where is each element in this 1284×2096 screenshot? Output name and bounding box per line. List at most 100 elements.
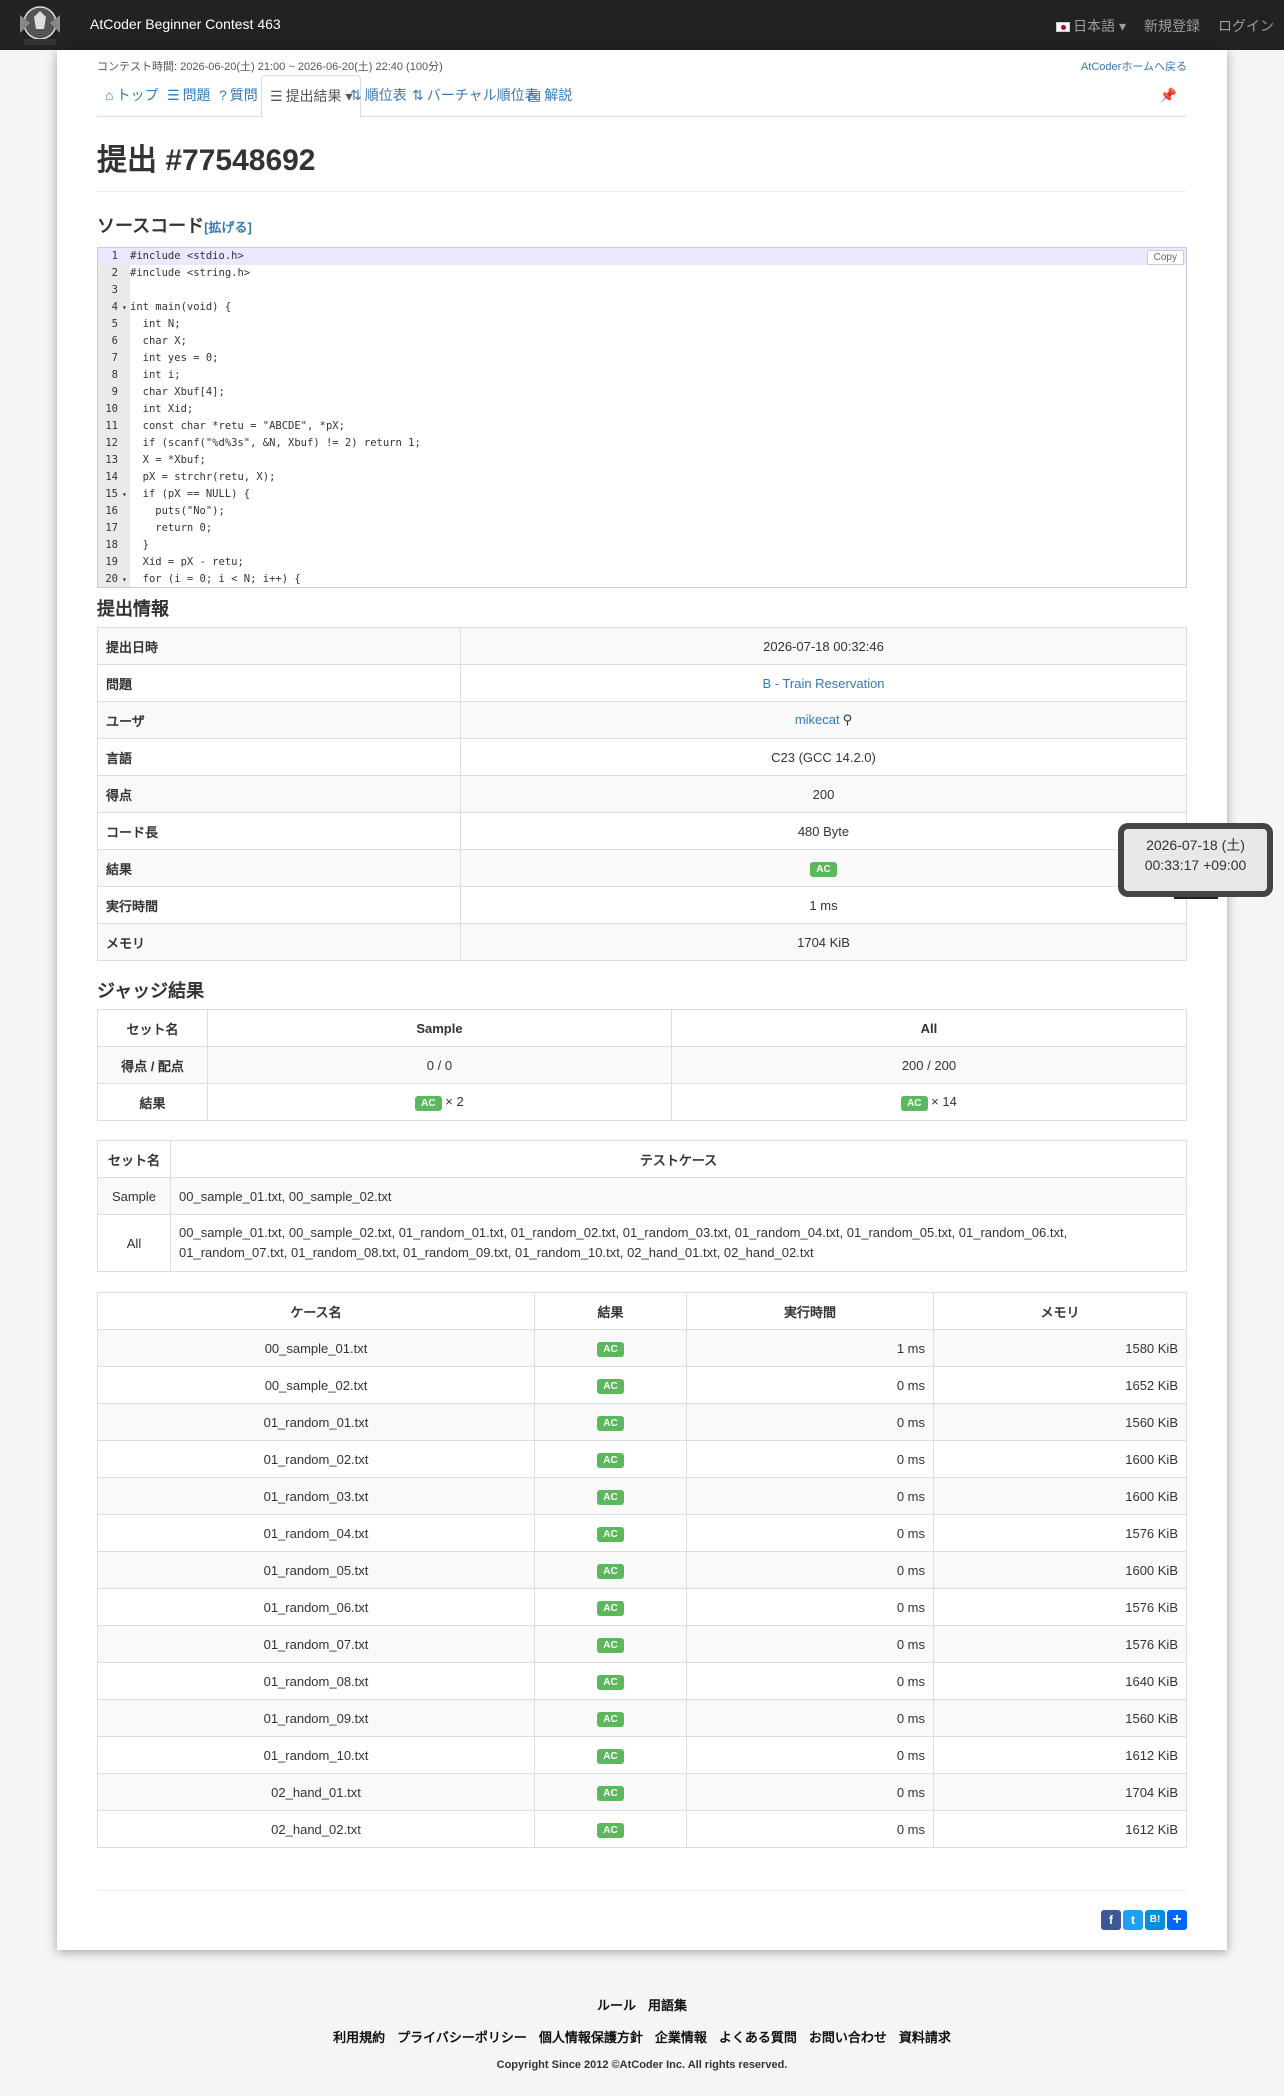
hatena-bookmark-icon[interactable]: B! [1145,1910,1165,1930]
code-text: if (pX == NULL) { [130,488,251,500]
footer-link[interactable]: 企業情報 [655,2030,707,2045]
ac-badge: AC [597,1563,624,1579]
tab-6[interactable]: ▤ 解説 [520,75,580,117]
source-code-editor[interactable]: 1 #include <stdio.h> 2 #include <string.h> 3… [97,247,1187,588]
case-result: AC [534,1699,687,1737]
info-label: 問題 [97,664,461,702]
tab-label: 解説 [544,87,573,103]
case-name: 01_random_08.txt [97,1662,535,1700]
case-result: AC [534,1736,687,1774]
footer-link[interactable]: ルール [597,1998,636,2013]
info-link[interactable]: mikecat [795,712,840,727]
main-container: コンテスト時間: 2026-06-20(土) 21:00 ~ 2026-06-2… [57,50,1227,1950]
case-name: 01_random_01.txt [97,1403,535,1441]
info-text: 200 [812,786,835,802]
code-line: 11 const char *retu = "ABCDE", *pX; [98,418,1186,435]
pin-icon[interactable]: 📌 [1160,75,1177,115]
case-result: AC [534,1514,687,1552]
table-row: 02_hand_02.txt AC 0 ms 1612 KiB [97,1810,1187,1848]
case-name: 01_random_02.txt [97,1440,535,1478]
case-memory: 1600 KiB [933,1440,1187,1478]
judge-summary-table: セット名 Sample All 得点 / 配点 0 / 0 200 / 200 結果 A… [97,1009,1188,1121]
info-label: 言語 [97,738,461,776]
tab-label: 問題 [182,87,211,103]
case-time: 0 ms [686,1662,934,1700]
register-link[interactable]: 新規登録 [1144,16,1200,36]
fold-arrow-icon[interactable]: ▾ [122,486,130,503]
expand-link[interactable]: [拡げる] [204,220,252,235]
atcoder-logo[interactable] [14,3,66,47]
testset-name: Sample [97,1177,171,1215]
code-line: 2 #include <string.h> [98,265,1186,282]
table-row: 01_random_06.txt AC 0 ms 1576 KiB [97,1588,1187,1626]
footer-link[interactable]: 利用規約 [333,2030,385,2045]
info-label: メモリ [97,923,461,961]
info-row: メモリ 1704 KiB [97,923,1187,961]
case-memory: 1576 KiB [933,1514,1187,1552]
ac-badge: AC [597,1600,624,1616]
case-result: AC [534,1440,687,1478]
footer-link[interactable]: お問い合わせ [809,2030,887,2045]
divider [97,1890,1187,1891]
case-column-header: 結果 [534,1292,687,1330]
code-text: #include <stdio.h> [130,250,244,262]
submission-time-tooltip: 2026-07-18 (土) 00:33:17 +09:00 [1118,823,1273,899]
facebook-icon[interactable]: f [1101,1910,1121,1930]
info-link[interactable]: B - Train Reservation [762,676,884,691]
testset-cases: 00_sample_01.txt, 00_sample_02.txt [170,1177,1187,1215]
footer-link[interactable]: 個人情報保護方針 [539,2030,643,2045]
table-row: 01_random_09.txt AC 0 ms 1560 KiB [97,1699,1187,1737]
copy-button[interactable]: Copy [1146,250,1184,265]
login-link[interactable]: ログイン [1218,16,1274,36]
sample-count: × 2 [445,1093,464,1109]
line-number: 5 [111,318,118,330]
case-memory: 1612 KiB [933,1810,1187,1848]
list-icon: ☰ [167,87,180,103]
submission-info-heading: 提出情報 [97,599,169,619]
ac-badge: AC [597,1748,624,1764]
line-number: 6 [111,335,118,347]
info-label: 結果 [97,849,461,887]
sort-icon: ⇅ [350,87,362,103]
info-label: ユーザ [97,701,461,739]
tab-2[interactable]: ? 質問 [211,75,266,117]
case-time: 0 ms [686,1810,934,1848]
search-icon[interactable]: ⚲ [843,712,853,727]
line-number: 16 [105,505,118,517]
footer-link[interactable]: よくある質問 [719,2030,797,2045]
code-line: 17 return 0; [98,520,1186,537]
page-title: 提出 #77548692 [97,144,316,177]
testcase-header: テストケース [170,1140,1187,1178]
tab-0[interactable]: ⌂ トップ [97,75,166,117]
case-result: AC [534,1625,687,1663]
case-name: 02_hand_01.txt [97,1773,535,1811]
table-row: 00_sample_01.txt AC 1 ms 1580 KiB [97,1329,1187,1367]
case-memory: 1612 KiB [933,1736,1187,1774]
case-name: 01_random_10.txt [97,1736,535,1774]
code-line: 12 if (scanf("%d%3s", &N, Xbuf) != 2) re… [98,435,1186,452]
language-dropdown[interactable]: 日本語 ▾ [1056,16,1126,36]
code-line: 9 char Xbuf[4]; [98,384,1186,401]
twitter-icon[interactable]: t [1123,1910,1143,1930]
footer-link[interactable]: 用語集 [648,1998,687,2013]
contest-time: コンテスト時間: 2026-06-20(土) 21:00 ~ 2026-06-2… [97,61,443,73]
case-time: 0 ms [686,1551,934,1589]
contest-title[interactable]: AtCoder Beginner Contest 463 [90,16,281,32]
fold-arrow-icon[interactable]: ▾ [122,299,130,316]
footer-link[interactable]: 資料請求 [899,2030,951,2045]
line-number: 15 [105,488,118,500]
testset-cases: 00_sample_01.txt, 00_sample_02.txt, 01_r… [170,1214,1187,1272]
info-row: 問題 B - Train Reservation [97,664,1187,702]
footer-link[interactable]: プライバシーポリシー [397,2030,527,2045]
case-memory: 1560 KiB [933,1403,1187,1441]
code-line: 15 ▾ if (pX == NULL) { [98,486,1186,503]
share-plus-icon[interactable]: + [1167,1910,1187,1930]
line-number: 7 [111,352,118,364]
case-name: 00_sample_01.txt [97,1329,535,1367]
case-memory: 1640 KiB [933,1662,1187,1700]
fold-arrow-icon[interactable]: ▾ [122,571,130,587]
atcoder-home-link[interactable]: AtCoderホームへ戻る [1081,58,1187,74]
code-line: 8 int i; [98,367,1186,384]
tab-1[interactable]: ☰ 問題 [159,75,219,117]
line-number: 14 [105,471,118,483]
